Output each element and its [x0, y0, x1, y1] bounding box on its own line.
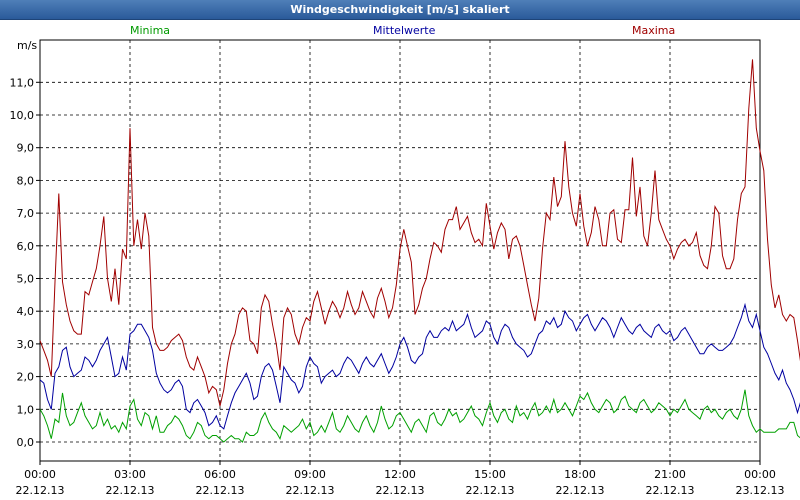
- x-tick-date: 22.12.13: [556, 484, 605, 497]
- x-tick-time: 03:00: [114, 468, 146, 481]
- y-tick-label: 2,0: [17, 371, 35, 384]
- y-tick-label: 3,0: [17, 338, 35, 351]
- y-tick-label: 9,0: [17, 142, 35, 155]
- x-tick-time: 06:00: [204, 468, 236, 481]
- y-tick-label: 0,0: [17, 436, 35, 449]
- y-tick-label: 1,0: [17, 403, 35, 416]
- x-tick-date: 22.12.13: [16, 484, 65, 497]
- y-tick-label: 7,0: [17, 207, 35, 220]
- x-tick-time: 00:00: [744, 468, 776, 481]
- x-tick-time: 18:00: [564, 468, 596, 481]
- x-tick-time: 15:00: [474, 468, 506, 481]
- y-tick-label: 5,0: [17, 273, 35, 286]
- wind-speed-chart: 0,0 1,0 2,0 3,0 4,0 5,0 6,0 7,0 8,0 9,0 10,0 11,0 00…: [10, 39, 800, 497]
- x-tick-time: 09:00: [294, 468, 326, 481]
- y-tick-label: 8,0: [17, 174, 35, 187]
- y-tick-label: 11,0: [10, 76, 35, 89]
- x-tick-date: 22.12.13: [286, 484, 335, 497]
- y-tick-label: 4,0: [17, 305, 35, 318]
- x-tick-time: 12:00: [384, 468, 416, 481]
- x-tick-date: 22.12.13: [196, 484, 245, 497]
- x-tick-date: 22.12.13: [646, 484, 695, 497]
- chart-window: Windgeschwindigkeit [m/s] skaliert Minim…: [0, 0, 800, 500]
- x-tick-date: 22.12.13: [466, 484, 515, 497]
- y-tick-label: 10,0: [10, 109, 35, 122]
- x-tick-date: 23.12.13: [736, 484, 785, 497]
- x-tick-time: 00:00: [24, 468, 56, 481]
- x-tick-date: 22.12.13: [376, 484, 425, 497]
- x-tick-time: 21:00: [654, 468, 686, 481]
- y-tick-label: 6,0: [17, 240, 35, 253]
- x-tick-date: 22.12.13: [106, 484, 155, 497]
